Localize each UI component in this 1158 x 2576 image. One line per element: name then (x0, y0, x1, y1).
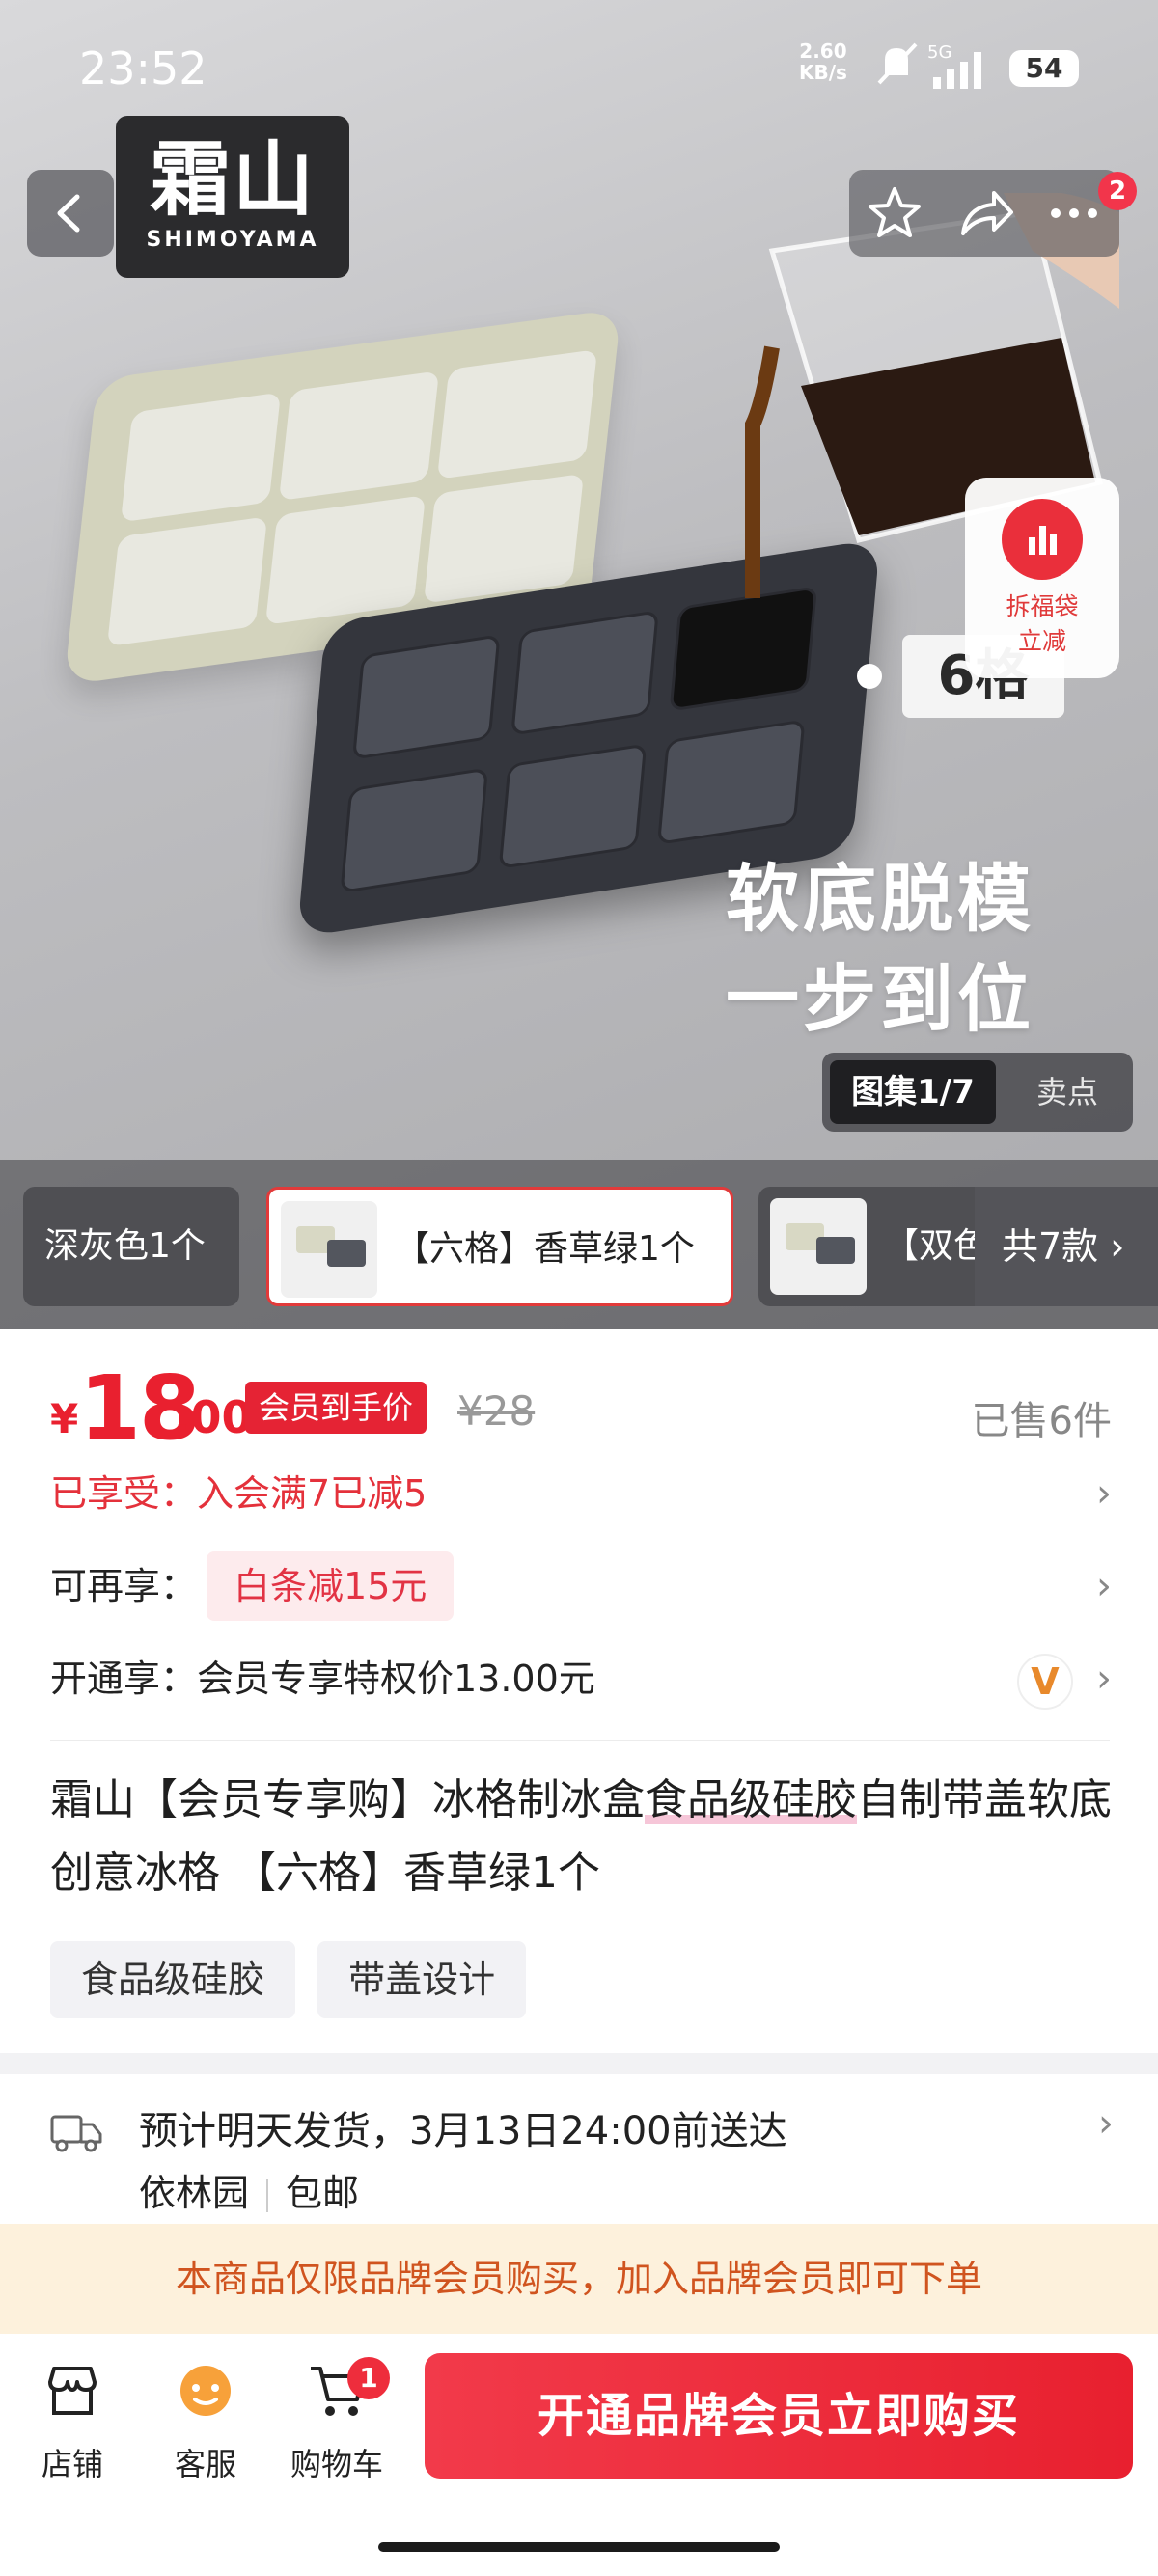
delivery-estimate: 预计明天发货，3月13日24:00前送达 (139, 2109, 787, 2153)
bottom-action-bar: 店铺 客服 购物车 1 开通品牌会员立即购买 (0, 2334, 1158, 2576)
customer-service-button[interactable]: 客服 (152, 2359, 259, 2484)
brand-logo-cn: 霜山 (149, 132, 316, 227)
product-image-gallery[interactable]: 6格 软底脱模 一步到位 23:52 2.60 KB/s 5G 54 (0, 0, 1158, 1329)
lucky-bag-line2: 立减 (1017, 627, 1066, 655)
variant-label: 深灰色1个 (44, 1226, 206, 1266)
chevron-left-icon (57, 194, 80, 233)
more-variants-button[interactable]: 共7款 › (975, 1187, 1158, 1306)
variant-thumbnail (281, 1201, 377, 1298)
net-speed-value: 2.60 (799, 40, 847, 63)
member-price-tag: 会员到手价 (245, 1382, 427, 1434)
tab-selling-points[interactable]: 卖点 (1011, 1060, 1123, 1124)
chevron-right-icon: › (1098, 2101, 1114, 2146)
share-icon[interactable] (953, 181, 1017, 245)
notification-badge: 2 (1098, 172, 1137, 210)
lucky-bag-button[interactable]: 拆福袋 立减 (965, 478, 1119, 678)
sold-count: 已售6件 (971, 1399, 1112, 1443)
variant-label: 【双色 (884, 1226, 975, 1266)
price-row: ¥ 18 .00 会员到手价 ¥28 已售6件 (50, 1351, 1112, 1460)
chevron-right-icon: › (1096, 1471, 1112, 1516)
mute-icon (877, 42, 918, 85)
variant-chip[interactable]: 深灰色1个 (23, 1187, 239, 1306)
svg-text:5G: 5G (927, 42, 951, 63)
join-member-buy-button[interactable]: 开通品牌会员立即购买 (425, 2353, 1133, 2479)
variant-selector: 深灰色1个 【六格】香草绿1个 【双色 共7款 › (0, 1160, 1158, 1329)
ship-from-location: 依林园 (139, 2172, 250, 2214)
vip-icon: V (1017, 1654, 1073, 1710)
brand-logo-en: SHIMOYAMA (146, 228, 319, 252)
lucky-bag-icon (1002, 499, 1083, 580)
divider (50, 1740, 1110, 1741)
variant-chip-selected[interactable]: 【六格】香草绿1个 (266, 1187, 733, 1306)
price-decimal: .00 (174, 1391, 253, 1443)
net-speed-unit: KB/s (799, 61, 847, 84)
chevron-right-icon: › (1096, 1657, 1112, 1701)
shipping-sub: 依林园 包邮 (139, 2163, 359, 2216)
promo-more-label: 可再享： (50, 1565, 198, 1607)
lucky-bag-line1: 拆福袋 (1006, 592, 1079, 620)
store-icon (48, 2367, 96, 2415)
more-icon[interactable] (1042, 181, 1106, 245)
cart-label: 购物车 (290, 2446, 383, 2482)
store-label: 店铺 (41, 2446, 103, 2482)
customer-service-icon (180, 2366, 231, 2416)
cart-count-badge: 1 (347, 2357, 390, 2399)
promo-more-row[interactable]: 可再享： 白条减15元 › (50, 1548, 1112, 1625)
home-indicator[interactable] (378, 2542, 780, 2552)
hotspot-dot (857, 664, 882, 689)
network-speed: 2.60 KB/s (799, 41, 847, 83)
tag-food-grade[interactable]: 食品级硅胶 (50, 1941, 296, 2018)
truck-icon (50, 2115, 102, 2152)
free-shipping: 包邮 (286, 2172, 360, 2214)
status-time: 23:52 (79, 42, 207, 95)
slogan-line2: 一步到位 (726, 956, 1034, 1042)
variant-chip[interactable]: 【双色 (758, 1187, 975, 1306)
baitiao-discount-tag: 白条减15元 (207, 1551, 455, 1621)
service-label: 客服 (174, 2446, 236, 2482)
original-price: ¥28 (457, 1387, 536, 1435)
title-part1: 霜山【会员专享购】冰格制冰盒 (50, 1775, 645, 1824)
product-tags: 食品级硅胶 带盖设计 (50, 1941, 543, 2018)
star-icon[interactable] (863, 181, 926, 245)
gallery-switch: 图集1/7 卖点 (822, 1053, 1133, 1132)
brand-logo[interactable]: 霜山 SHIMOYAMA (116, 116, 349, 278)
hero-slogan: 软底脱模 一步到位 (726, 849, 1034, 1050)
status-bar: 23:52 2.60 KB/s 5G 54 (0, 0, 1158, 125)
product-info-card: ¥ 18 .00 会员到手价 ¥28 已售6件 已享受：入会满7已减5 › 可再… (0, 1329, 1158, 2053)
member-only-notice: 本商品仅限品牌会员购买，加入品牌会员即可下单 (0, 2224, 1158, 2334)
battery-icon: 54 (1009, 50, 1079, 87)
tag-lid-design[interactable]: 带盖设计 (317, 1941, 527, 2018)
shipping-row[interactable]: 预计明天发货，3月13日24:00前送达 依林园 包邮 › (0, 2074, 1158, 2229)
variant-label: 【六格】香草绿1个 (395, 1229, 695, 1269)
promo-open-text: 开通享：会员专享特权价13.00元 (50, 1658, 595, 1700)
store-button[interactable]: 店铺 (19, 2359, 125, 2484)
title-highlight: 食品级硅胶 (645, 1775, 857, 1824)
promo-open-row[interactable]: 开通享：会员专享特权价13.00元 V › (50, 1640, 1112, 1717)
top-actions (849, 170, 1119, 257)
chevron-right-icon: › (1096, 1564, 1112, 1608)
promo-enjoyed-row[interactable]: 已享受：入会满7已减5 › (50, 1455, 1112, 1532)
promo-enjoyed-text: 已享受：入会满7已减5 (50, 1472, 427, 1515)
slogan-line1: 软底脱模 (726, 856, 1034, 942)
variant-thumbnail (770, 1198, 867, 1295)
tab-gallery[interactable]: 图集1/7 (830, 1060, 996, 1124)
product-title: 霜山【会员专享购】冰格制冰盒食品级硅胶自制带盖软底创意冰格 【六格】香草绿1个 (50, 1764, 1112, 1910)
back-button[interactable] (27, 170, 114, 257)
price-currency: ¥ (50, 1395, 79, 1442)
